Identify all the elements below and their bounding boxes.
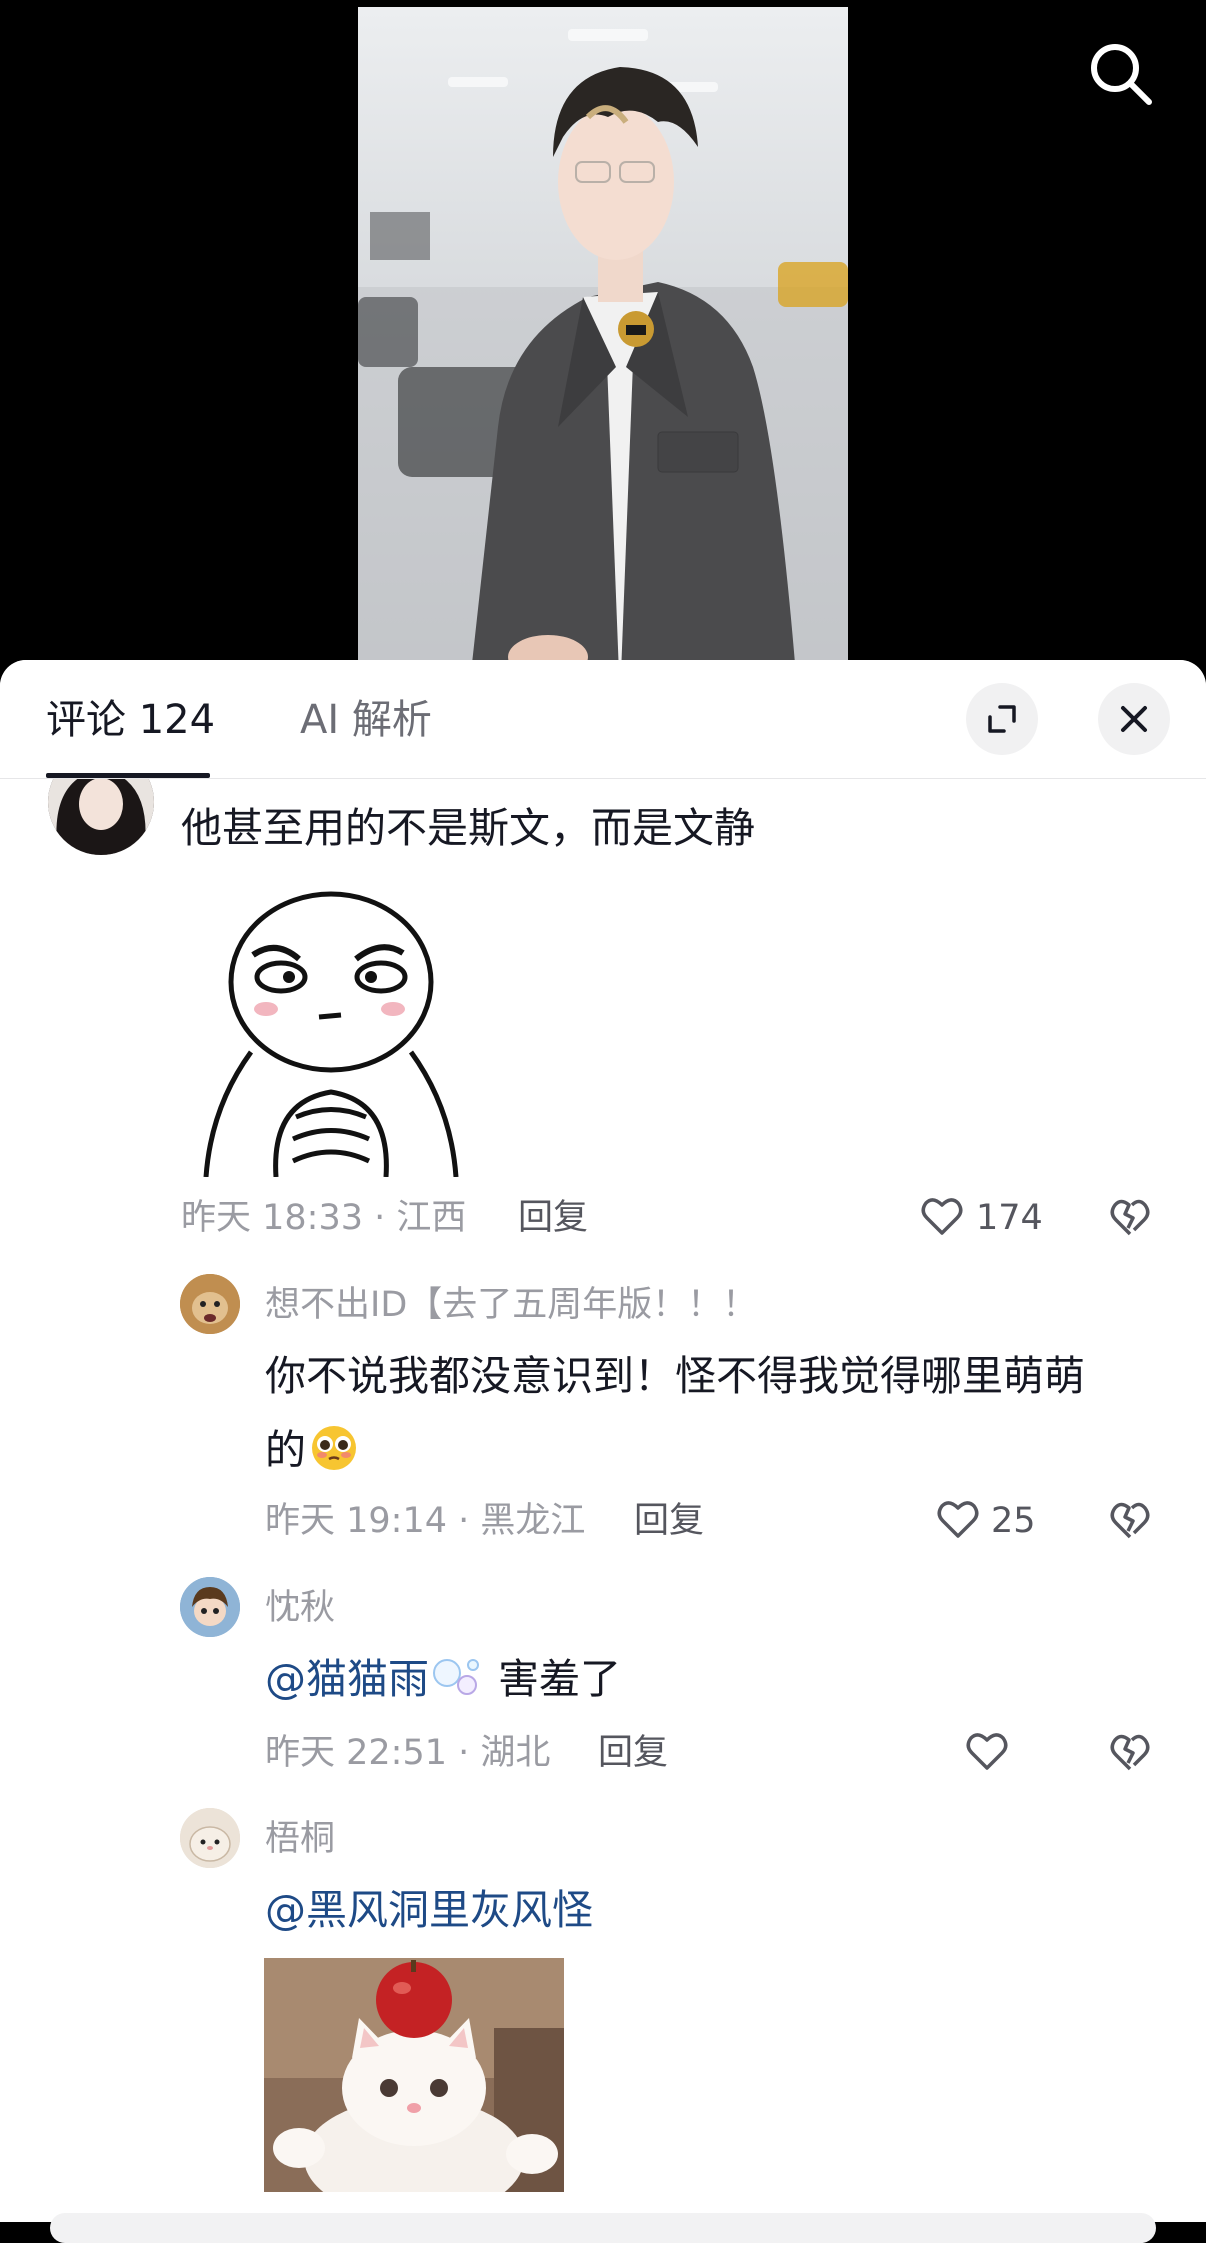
- tab-comments[interactable]: 评论 124: [46, 698, 215, 742]
- like-button[interactable]: [934, 1495, 982, 1543]
- mention-link[interactable]: @猫猫雨: [265, 1655, 429, 1703]
- kitten-with-apple-sticker: [264, 1958, 564, 2192]
- reply-text-tail: 的: [265, 1426, 306, 1474]
- comment-sheet: 评论 124 AI 解析 他甚至用的不是斯文，而是文静: [0, 660, 1206, 2222]
- video-person-illustration: [358, 29, 848, 700]
- dislike-button[interactable]: [1107, 1497, 1153, 1543]
- reply-time-location: 昨天 19:14 · 黑龙江: [265, 1501, 586, 1541]
- like-button[interactable]: [918, 1192, 966, 1240]
- comment-sticker[interactable]: [181, 877, 481, 1177]
- search-icon: [1091, 44, 1152, 105]
- broken-heart-icon: [1110, 1199, 1150, 1236]
- dislike-button[interactable]: [1107, 1729, 1153, 1775]
- reply-text-continued: 的: [265, 1413, 358, 1487]
- video-frame[interactable]: [358, 7, 848, 700]
- pleading-face-emoji: [310, 1421, 358, 1470]
- reply-text: @猫猫雨 害羞了: [265, 1642, 621, 1716]
- dog-avatar-image: [180, 1274, 240, 1334]
- reply-text: @黑风洞里灰风怪: [265, 1873, 593, 1947]
- broken-heart-icon: [1110, 1734, 1150, 1771]
- reply-username[interactable]: 忱秋: [265, 1588, 335, 1628]
- expand-button[interactable]: [966, 683, 1038, 755]
- avatar-portrait: [48, 779, 154, 855]
- tab-ai-analysis[interactable]: AI 解析: [300, 698, 432, 742]
- active-tab-indicator: [46, 773, 210, 778]
- mention-link[interactable]: @黑风洞里灰风怪: [265, 1886, 593, 1934]
- reply-username[interactable]: 梧桐: [265, 1819, 335, 1859]
- close-icon: [1121, 706, 1147, 732]
- reply-avatar[interactable]: [180, 1577, 240, 1637]
- reply-text: 你不说我都没意识到！怪不得我觉得哪里萌萌: [265, 1352, 1085, 1400]
- like-button[interactable]: [963, 1727, 1011, 1775]
- reply-avatar[interactable]: [180, 1274, 240, 1334]
- broken-heart-icon: [1110, 1502, 1150, 1539]
- hamster-avatar-image: [180, 1808, 240, 1868]
- heart-icon: [921, 1198, 963, 1235]
- doll-avatar-image: [180, 1577, 240, 1637]
- reply-sticker[interactable]: [264, 1958, 564, 2192]
- like-count: 25: [991, 1501, 1036, 1541]
- reply-text-body: 害羞了: [485, 1655, 622, 1703]
- comment-input-bar[interactable]: [50, 2213, 1156, 2243]
- heart-icon: [937, 1501, 979, 1538]
- comment-text: 他甚至用的不是斯文，而是文静: [181, 804, 755, 852]
- reply-avatar[interactable]: [180, 1808, 240, 1868]
- dislike-button[interactable]: [1107, 1194, 1153, 1240]
- reply-reply-button[interactable]: 回复: [598, 1733, 668, 1773]
- comment-sheet-header: 评论 124 AI 解析: [0, 660, 1206, 779]
- heart-icon: [966, 1733, 1008, 1770]
- expand-icon: [988, 705, 1016, 733]
- cartoon-clasped-hands-sticker: [203, 891, 459, 1177]
- reply-username[interactable]: 想不出ID【去了五周年版！！！: [265, 1285, 757, 1325]
- comment-time-location: 昨天 18:33 · 江西: [181, 1198, 467, 1238]
- close-button[interactable]: [1098, 683, 1170, 755]
- commenter-avatar[interactable]: [48, 779, 154, 855]
- bubbles-emoji: [429, 1650, 485, 1698]
- comment-reply-button[interactable]: 回复: [518, 1198, 588, 1238]
- reply-reply-button[interactable]: 回复: [634, 1501, 704, 1541]
- like-count: 174: [976, 1198, 1043, 1238]
- video-player[interactable]: [0, 0, 1206, 700]
- search-button[interactable]: [1085, 38, 1157, 110]
- reply-time-location: 昨天 22:51 · 湖北: [265, 1733, 551, 1773]
